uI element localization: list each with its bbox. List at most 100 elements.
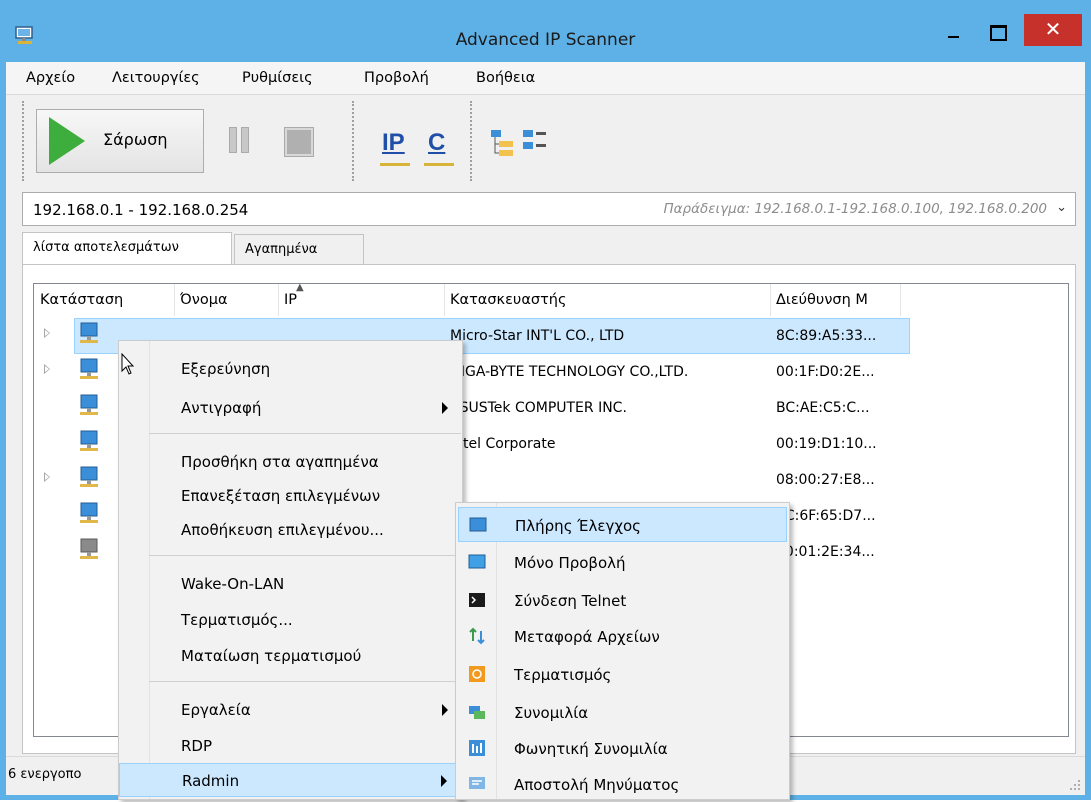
submenu-item-telnet-label: Σύνδεση Telnet — [514, 592, 627, 610]
menu-separator — [149, 555, 461, 556]
collapse-all-icon[interactable] — [522, 129, 548, 159]
column-manufacturer-label: Κατασκευαστής — [450, 292, 567, 308]
column-mac-label: Διεύθυνση M — [776, 292, 868, 308]
menu-separator — [149, 433, 461, 434]
expand-all-icon[interactable] — [490, 129, 516, 159]
menu-item-tools-label: Εργαλεία — [181, 701, 251, 719]
ip-range-input[interactable]: 192.168.0.1 - 192.168.0.254 Παράδειγμα: … — [22, 192, 1076, 226]
column-manufacturer[interactable]: Κατασκευαστής — [444, 284, 770, 316]
computer-icon — [80, 502, 98, 523]
ip-button[interactable]: IP — [382, 129, 405, 157]
voice-chat-icon — [469, 740, 485, 756]
menu-item-rescan-label: Επανεξέταση επιλεγμένων — [181, 487, 381, 505]
manufacturer-cell: Micro-Star INT'L CO., LTD — [450, 328, 625, 344]
column-divider[interactable] — [900, 284, 901, 316]
title-bar[interactable]: Advanced IP Scanner ✕ — [0, 0, 1091, 60]
pause-icon-bar — [241, 127, 249, 153]
menu-item-copy-label: Αντιγραφή — [181, 399, 262, 417]
submenu-item-view-only[interactable]: Μόνο Προβολή — [458, 545, 787, 580]
submenu-item-full-control[interactable]: Πλήρης Έλεγχος — [458, 507, 787, 542]
expand-arrow-icon[interactable] — [44, 328, 50, 338]
minimize-button[interactable] — [935, 18, 971, 46]
menu-item-wake-on-lan[interactable]: Wake-On-LAN — [119, 567, 462, 601]
menu-view[interactable]: Προβολή — [364, 70, 429, 86]
pause-icon — [229, 127, 237, 153]
ip-range-hint: Παράδειγμα: 192.168.0.1-192.168.0.100, 1… — [663, 201, 1047, 217]
menu-settings[interactable]: Ρυθμίσεις — [242, 70, 313, 86]
computer-icon — [80, 322, 98, 343]
c-button[interactable]: C — [428, 129, 445, 157]
menu-item-rescan[interactable]: Επανεξέταση επιλεγμένων — [119, 479, 462, 513]
power-icon — [469, 666, 485, 682]
submenu-arrow-icon — [442, 704, 448, 716]
menu-item-shutdown[interactable]: Τερματισμός... — [119, 603, 462, 637]
close-icon: ✕ — [1044, 17, 1062, 41]
minimize-icon — [948, 36, 959, 38]
mac-cell: BC:AE:C5:C... — [776, 400, 870, 416]
tab-results[interactable]: λίστα αποτελεσμάτων — [22, 232, 232, 264]
submenu-item-send-message[interactable]: Αποστολή Μηνύματος — [458, 767, 787, 802]
menu-item-copy[interactable]: Αντιγραφή — [119, 391, 462, 425]
chevron-down-icon[interactable]: ⌄ — [1056, 200, 1067, 215]
resize-grip-icon[interactable] — [1069, 779, 1081, 791]
submenu-item-file-transfer[interactable]: Μεταφορά Αρχείων — [458, 619, 787, 654]
submenu-arrow-icon — [441, 775, 447, 787]
menu-bar: Αρχείο Λειτουργίες Ρυθμίσεις Προβολή Βοή… — [6, 62, 1085, 94]
menu-item-save[interactable]: Αποθήκευση επιλεγμένου... — [119, 513, 462, 547]
mac-cell: 00:19:D1:10... — [776, 436, 877, 452]
submenu-item-voice-chat-label: Φωνητική Συνομιλία — [514, 740, 668, 758]
mac-cell: 9C:6F:65:D7... — [776, 508, 876, 524]
submenu-item-chat[interactable]: Συνομιλία — [458, 695, 787, 730]
menu-item-explore[interactable]: Εξερεύνηση — [119, 352, 462, 386]
column-status[interactable]: Κατάσταση — [34, 284, 174, 316]
submenu-item-view-only-label: Μόνο Προβολή — [514, 554, 626, 572]
submenu-item-file-transfer-label: Μεταφορά Αρχείων — [514, 628, 660, 646]
computer-icon — [80, 466, 98, 487]
submenu-item-shutdown-label: Τερματισμός — [514, 666, 612, 684]
menu-help[interactable]: Βοήθεια — [476, 70, 535, 86]
maximize-button[interactable] — [980, 18, 1016, 46]
full-control-icon — [469, 517, 487, 532]
toolbar-grip[interactable] — [22, 101, 27, 181]
computer-icon — [80, 358, 98, 379]
expand-arrow-icon[interactable] — [44, 364, 50, 374]
computer-offline-icon — [80, 538, 98, 559]
column-mac[interactable]: Διεύθυνση M — [770, 284, 900, 316]
menu-separator — [149, 681, 461, 682]
pause-button[interactable] — [216, 109, 262, 173]
menu-item-rdp[interactable]: RDP — [119, 729, 462, 763]
toolbar-separator-2 — [470, 101, 475, 181]
submenu-item-voice-chat[interactable]: Φωνητική Συνομιλία — [458, 731, 787, 766]
close-button[interactable]: ✕ — [1024, 14, 1082, 46]
menu-item-radmin[interactable]: Radmin — [119, 763, 462, 797]
column-name-label: Όνομα — [180, 292, 228, 308]
tab-favorites[interactable]: Αγαπημένα — [234, 234, 364, 264]
manufacturer-cell: GIGA-BYTE TECHNOLOGY CO.,LTD. — [450, 364, 689, 380]
scan-button-label: Σάρωση — [103, 130, 168, 149]
submenu-item-telnet[interactable]: Σύνδεση Telnet — [458, 583, 787, 618]
submenu-item-shutdown[interactable]: Τερματισμός — [458, 657, 787, 692]
expand-arrow-icon[interactable] — [44, 472, 50, 482]
mac-cell: 08:00:27:E8... — [776, 472, 875, 488]
manufacturer-cell: Intel Corporate — [450, 436, 556, 452]
status-text: 6 ενεργοπο — [8, 767, 82, 782]
menu-item-abort-shutdown[interactable]: Ματαίωση τερματισμού — [119, 639, 462, 673]
scan-button[interactable]: Σάρωση — [36, 109, 204, 173]
menu-item-tools[interactable]: Εργαλεία — [119, 693, 462, 727]
menu-item-rdp-label: RDP — [181, 737, 213, 755]
computer-icon — [80, 394, 98, 415]
column-name[interactable]: Όνομα — [174, 284, 278, 316]
terminal-icon — [469, 593, 485, 607]
menu-item-wake-on-lan-label: Wake-On-LAN — [181, 575, 285, 593]
menu-item-shutdown-label: Τερματισμός... — [181, 611, 293, 629]
menu-actions[interactable]: Λειτουργίες — [112, 70, 200, 86]
send-message-icon — [469, 777, 485, 789]
menu-item-add-favorite[interactable]: Προσθήκη στα αγαπημένα — [119, 445, 462, 479]
submenu-arrow-icon — [442, 402, 448, 414]
mac-cell: 00:1F:D0:2E... — [776, 364, 875, 380]
submenu-item-full-control-label: Πλήρης Έλεγχος — [515, 517, 641, 535]
menu-file[interactable]: Αρχείο — [26, 70, 75, 86]
toolbar: Σάρωση IP C — [6, 94, 1085, 185]
manufacturer-cell: ASUSTek COMPUTER INC. — [450, 400, 627, 416]
stop-button[interactable] — [274, 109, 320, 173]
